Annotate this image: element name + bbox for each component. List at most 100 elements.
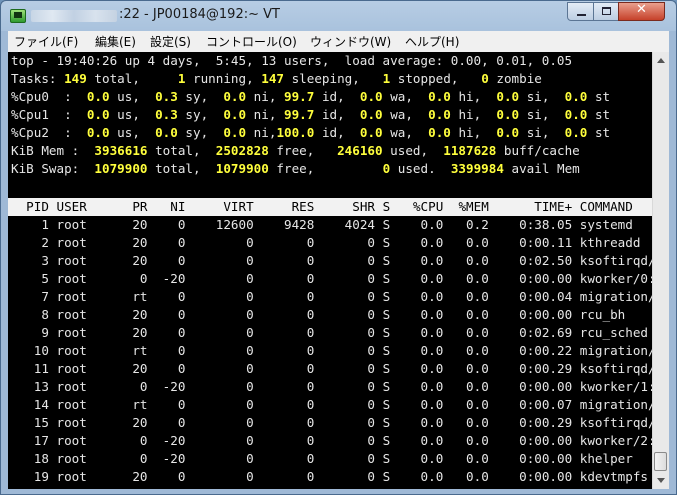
minimize-button[interactable] <box>567 2 594 21</box>
process-cell: S <box>382 325 398 340</box>
process-cell: 0:00.29 <box>496 361 580 376</box>
process-cell: root <box>56 307 125 322</box>
process-cell: 10 <box>11 343 57 358</box>
minimize-icon <box>577 14 586 16</box>
process-row: 14 root rt 0 0 0 0 S 0.0 0.0 0:00.07 mig… <box>11 396 652 414</box>
menu-control[interactable]: コントロール(O) <box>206 33 297 50</box>
process-cell: 0.0 <box>450 469 497 484</box>
column-header: USER <box>56 199 125 214</box>
process-cell: kdevtmpfs <box>579 469 649 484</box>
menu-edit[interactable]: 編集(E) <box>95 33 136 50</box>
process-cell: rcu_sched <box>579 325 649 340</box>
process-row: 15 root 20 0 0 0 0 S 0.0 0.0 0:00.29 kso… <box>11 414 652 432</box>
menu-help[interactable]: ヘルプ(H) <box>405 33 459 50</box>
process-cell: 0 <box>124 451 156 466</box>
terminal-screen[interactable]: top - 19:40:26 up 4 days, 5:45, 13 users… <box>8 52 652 489</box>
process-cell: 0.0 <box>397 451 451 466</box>
process-cell: 0:02.50 <box>496 253 580 268</box>
process-cell: 0 <box>321 325 383 340</box>
process-cell: 0 <box>193 433 262 448</box>
process-cell: 0.0 <box>450 343 497 358</box>
process-cell: 0 <box>193 307 262 322</box>
process-cell: 0 <box>321 271 383 286</box>
close-button[interactable]: ✕ <box>618 2 665 21</box>
scroll-up-button[interactable] <box>653 52 669 69</box>
process-cell: S <box>382 289 398 304</box>
menu-bar: ファイル(F) 編集(E) 設定(S) コントロール(O) ウィンドウ(W) ヘ… <box>8 31 669 53</box>
process-cell: 0 <box>193 469 262 484</box>
process-cell: 0.0 <box>397 217 451 232</box>
process-cell: 0.0 <box>450 397 497 412</box>
process-cell: 0 <box>261 469 322 484</box>
process-cell: 0 <box>155 325 194 340</box>
process-cell: ksoftirqd/2 <box>579 415 652 430</box>
vertical-scrollbar[interactable] <box>652 52 669 489</box>
process-cell: 0 <box>321 361 383 376</box>
process-row: 9 root 20 0 0 0 0 S 0.0 0.0 0:02.69 rcu_… <box>11 324 648 342</box>
process-cell: 0 <box>193 343 262 358</box>
process-cell: root <box>56 415 125 430</box>
process-cell: 0 <box>193 451 262 466</box>
process-cell: 0.0 <box>450 307 497 322</box>
process-cell: kworker/0:+ <box>579 271 652 286</box>
scroll-down-button[interactable] <box>653 472 669 489</box>
process-cell: ksoftirqd/1 <box>579 361 652 376</box>
close-icon: ✕ <box>636 2 647 17</box>
process-cell: ksoftirqd/0 <box>579 253 652 268</box>
process-cell: -20 <box>155 271 194 286</box>
tasks-line: Tasks: 149 total, 1 running, 147 sleepin… <box>11 71 542 86</box>
terminal-app-icon[interactable] <box>10 9 26 23</box>
process-cell: 0 <box>155 307 194 322</box>
column-header: PID <box>11 199 57 214</box>
process-cell: 8 <box>11 307 57 322</box>
process-cell: 0.0 <box>397 415 451 430</box>
maximize-button[interactable] <box>593 2 619 21</box>
process-cell: 20 <box>124 307 156 322</box>
menu-file[interactable]: ファイル(F) <box>14 33 78 50</box>
process-cell: 0 <box>321 253 383 268</box>
process-cell: 19 <box>11 469 57 484</box>
process-cell: 0.0 <box>397 379 451 394</box>
process-cell: S <box>382 307 398 322</box>
process-cell: -20 <box>155 433 194 448</box>
process-cell: S <box>382 217 398 232</box>
menu-settings[interactable]: 設定(S) <box>150 33 191 50</box>
uptime-line: top - 19:40:26 up 4 days, 5:45, 13 users… <box>11 53 573 68</box>
process-cell: S <box>382 343 398 358</box>
process-cell: -20 <box>155 379 194 394</box>
process-cell: 0.0 <box>397 307 451 322</box>
column-header: %MEM <box>450 199 497 214</box>
process-cell: 0 <box>155 343 194 358</box>
process-cell: 0 <box>193 325 262 340</box>
column-header: PR <box>124 199 156 214</box>
process-cell: 20 <box>124 235 156 250</box>
process-cell: 0.0 <box>450 235 497 250</box>
process-cell: 3 <box>11 253 57 268</box>
menu-window[interactable]: ウィンドウ(W) <box>310 33 391 50</box>
column-header: COMMAND <box>579 199 633 214</box>
process-cell: 0 <box>321 433 383 448</box>
process-cell: rcu_bh <box>579 307 626 322</box>
process-cell: 0 <box>155 235 194 250</box>
process-row: 10 root rt 0 0 0 0 S 0.0 0.0 0:00.22 mig… <box>11 342 652 360</box>
process-cell: 0 <box>261 325 322 340</box>
process-cell: 0.0 <box>450 415 497 430</box>
process-row: 11 root 20 0 0 0 0 S 0.0 0.0 0:00.29 kso… <box>11 360 652 378</box>
process-cell: root <box>56 469 125 484</box>
scroll-thumb[interactable] <box>654 452 667 471</box>
process-row: 7 root rt 0 0 0 0 S 0.0 0.0 0:00.04 migr… <box>11 288 652 306</box>
process-cell: 0.0 <box>397 325 451 340</box>
title-bar[interactable]: :22 - JP00184@192:~ VT ✕ <box>1 1 676 31</box>
maximize-icon <box>602 7 611 15</box>
process-cell: migration/2 <box>579 397 652 412</box>
process-cell: S <box>382 397 398 412</box>
process-cell: 4024 <box>321 217 383 232</box>
process-cell: 0:00.00 <box>496 307 580 322</box>
process-cell: 18 <box>11 451 57 466</box>
process-cell: 0 <box>193 289 262 304</box>
process-cell: kworker/2:+ <box>579 433 652 448</box>
process-cell: 0 <box>261 451 322 466</box>
process-cell: migration/0 <box>579 289 652 304</box>
terminal-window: :22 - JP00184@192:~ VT ✕ ファイル(F) 編集(E) 設… <box>0 0 677 495</box>
process-cell: S <box>382 451 398 466</box>
